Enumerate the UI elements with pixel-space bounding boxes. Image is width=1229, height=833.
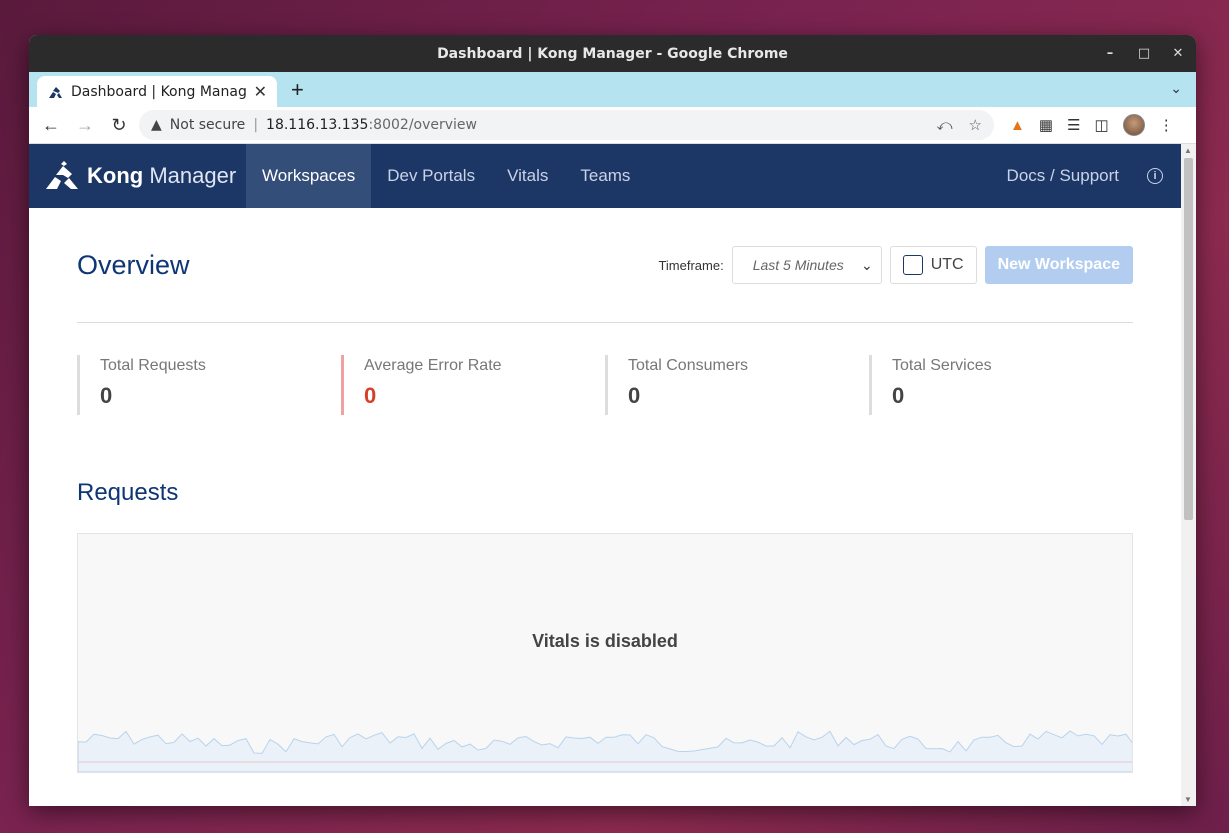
share-icon[interactable]: ⤺ xyxy=(937,116,953,134)
stat-total-requests: Total Requests 0 xyxy=(77,355,341,415)
maximize-icon[interactable]: □ xyxy=(1136,46,1152,61)
window-controls: – □ ✕ xyxy=(1102,35,1186,72)
stat-label: Total Requests xyxy=(100,357,206,374)
scroll-up-icon[interactable]: ▲ xyxy=(1184,146,1192,155)
timeframe-value: Last 5 Minutes xyxy=(752,257,844,273)
back-icon[interactable]: ← xyxy=(37,115,65,136)
requests-section-title: Requests xyxy=(77,479,179,506)
stat-value: 0 xyxy=(628,383,641,408)
stats-row: Total Requests 0 Average Error Rate 0 To… xyxy=(77,355,1133,415)
tab-title: Dashboard | Kong Manager xyxy=(71,83,246,100)
timeframe-label: Timeframe: xyxy=(658,257,724,273)
window-title: Dashboard | Kong Manager - Google Chrome xyxy=(437,45,788,62)
page-viewport: Kong Manager Workspaces Dev Portals Vita… xyxy=(29,144,1196,806)
stat-total-services: Total Services 0 xyxy=(869,355,1133,415)
overview-header: Overview Timeframe: Last 5 Minutes ⌄ UTC… xyxy=(77,208,1133,323)
warning-icon[interactable]: ▲ xyxy=(151,117,162,133)
page-scrollbar[interactable]: ▲ ▼ xyxy=(1181,144,1196,806)
chevron-down-icon: ⌄ xyxy=(860,256,873,273)
security-label[interactable]: Not secure xyxy=(170,117,246,133)
chevron-down-icon[interactable]: ⌄ xyxy=(1170,80,1182,97)
stat-label: Total Consumers xyxy=(628,357,749,374)
kong-logo-icon xyxy=(46,161,78,189)
profile-avatar[interactable] xyxy=(1122,114,1145,136)
page-title: Overview xyxy=(77,249,190,280)
nav-docs-support[interactable]: Docs / Support xyxy=(1007,166,1119,186)
extensions-puzzle-icon[interactable]: ▦ xyxy=(1039,116,1053,134)
vitals-disabled-message: Vitals is disabled xyxy=(532,631,678,651)
brand-name-bold: Kong xyxy=(87,163,144,188)
url-path: :8002/overview xyxy=(368,117,477,133)
scroll-down-icon[interactable]: ▼ xyxy=(1184,795,1192,804)
metamask-icon[interactable]: ▲ xyxy=(1010,117,1025,134)
timeframe-select[interactable]: Last 5 Minutes ⌄ xyxy=(731,246,882,284)
minimize-icon[interactable]: – xyxy=(1102,46,1118,61)
scroll-thumb[interactable] xyxy=(1184,158,1193,520)
kong-favicon-icon xyxy=(49,86,62,98)
requests-chart-placeholder: Vitals is disabled xyxy=(77,533,1133,773)
main-content: Overview Timeframe: Last 5 Minutes ⌄ UTC… xyxy=(29,208,1181,773)
extension-icons: ▲ ▦ ☰ ◫ ⋮ xyxy=(1010,114,1174,136)
nav-workspaces[interactable]: Workspaces xyxy=(246,144,372,208)
header-controls: Timeframe: Last 5 Minutes ⌄ UTC New Work… xyxy=(658,246,1133,284)
stat-value: 0 xyxy=(364,383,377,408)
kong-navbar: Kong Manager Workspaces Dev Portals Vita… xyxy=(29,144,1181,208)
brand-name-rest: Manager xyxy=(149,163,237,188)
more-menu-icon[interactable]: ⋮ xyxy=(1159,116,1174,134)
utc-label: UTC xyxy=(930,256,964,273)
side-panel-icon[interactable]: ◫ xyxy=(1095,116,1109,134)
info-icon[interactable]: i xyxy=(1147,168,1163,184)
utc-toggle[interactable]: UTC xyxy=(889,246,977,284)
utc-checkbox[interactable] xyxy=(902,255,923,275)
placeholder-sparkline xyxy=(78,730,1132,772)
reload-icon[interactable]: ↻ xyxy=(105,115,133,136)
stat-total-consumers: Total Consumers 0 xyxy=(605,355,869,415)
browser-toolbar: ← → ↻ ▲ Not secure | 18.116.13.135:8002/… xyxy=(29,107,1196,144)
new-tab-icon[interactable]: + xyxy=(291,77,304,103)
nav-teams[interactable]: Teams xyxy=(564,144,646,208)
stat-value: 0 xyxy=(892,383,905,408)
nav-vitals[interactable]: Vitals xyxy=(491,144,564,208)
close-window-icon[interactable]: ✕ xyxy=(1170,46,1186,61)
omnibox-separator: | xyxy=(253,117,259,133)
browser-tab[interactable]: Dashboard | Kong Manager ✕ xyxy=(37,76,277,107)
stat-label: Total Services xyxy=(892,357,992,374)
new-workspace-button[interactable]: New Workspace xyxy=(984,246,1133,284)
nav-dev-portals[interactable]: Dev Portals xyxy=(371,144,491,208)
address-bar[interactable]: ▲ Not secure | 18.116.13.135:8002/overvi… xyxy=(139,110,994,140)
brand-logo[interactable]: Kong Manager xyxy=(29,161,246,191)
stat-average-error-rate: Average Error Rate 0 xyxy=(341,355,605,415)
forward-icon[interactable]: → xyxy=(71,115,99,136)
browser-window: Dashboard | Kong Manager - Google Chrome… xyxy=(29,35,1196,806)
stat-label: Average Error Rate xyxy=(364,357,502,374)
nav-right-group: Docs / Support i xyxy=(1007,166,1181,186)
url-host: 18.116.13.135 xyxy=(266,117,369,133)
tab-strip: Dashboard | Kong Manager ✕ + ⌄ xyxy=(29,72,1196,107)
window-titlebar: Dashboard | Kong Manager - Google Chrome… xyxy=(29,35,1196,72)
media-queue-icon[interactable]: ☰ xyxy=(1067,116,1080,134)
close-tab-icon[interactable]: ✕ xyxy=(254,82,267,102)
omnibox-actions: ⤺ ☆ xyxy=(937,116,983,134)
bookmark-star-icon[interactable]: ☆ xyxy=(969,116,982,134)
stat-value: 0 xyxy=(100,383,113,408)
